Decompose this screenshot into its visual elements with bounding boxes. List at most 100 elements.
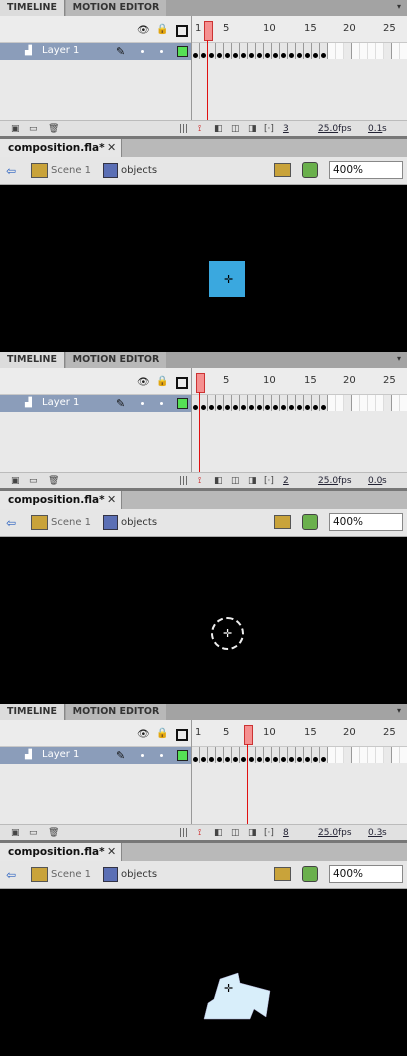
breadcrumb-symbol[interactable]: objects <box>121 869 157 880</box>
elapsed-time[interactable]: 0.1 <box>368 124 382 134</box>
frame-cell[interactable] <box>248 395 256 411</box>
visibility-dot[interactable] <box>141 50 144 53</box>
frame-cell[interactable] <box>200 395 208 411</box>
frame-cell[interactable] <box>392 43 400 59</box>
document-tab[interactable]: composition.fla* ✕ <box>0 491 122 509</box>
frame-cell[interactable] <box>240 43 248 59</box>
frame-cell[interactable] <box>360 43 368 59</box>
elapsed-time[interactable]: 0.3 <box>368 828 382 838</box>
frame-cell[interactable] <box>376 747 384 763</box>
frame-track[interactable] <box>192 747 407 764</box>
lock-dot[interactable] <box>160 402 163 405</box>
edit-scene-icon[interactable] <box>274 515 291 529</box>
outline-color-swatch[interactable] <box>177 46 188 57</box>
frame-cell[interactable] <box>328 395 336 411</box>
modify-markers-icon[interactable]: [·] <box>264 828 274 838</box>
playhead-handle[interactable] <box>196 373 205 393</box>
current-frame[interactable]: 3 <box>283 124 289 134</box>
tab-motion-editor[interactable]: MOTION EDITOR <box>66 0 166 16</box>
frame-cell[interactable] <box>264 43 272 59</box>
frame-cell[interactable] <box>216 395 224 411</box>
new-folder-icon[interactable]: ▭ <box>29 124 38 134</box>
frame-cell[interactable] <box>288 747 296 763</box>
frame-cell[interactable] <box>320 747 328 763</box>
center-frame-icon[interactable]: ⟟ <box>198 124 201 134</box>
frame-track[interactable] <box>192 395 407 412</box>
center-frame-icon[interactable]: ⟟ <box>198 828 201 838</box>
frame-cell[interactable] <box>376 395 384 411</box>
frame-cell[interactable] <box>208 747 216 763</box>
tab-motion-editor[interactable]: MOTION EDITOR <box>66 352 166 368</box>
frame-cell[interactable] <box>304 395 312 411</box>
frame-cell[interactable] <box>272 747 280 763</box>
playhead-handle[interactable] <box>204 21 213 41</box>
stage-canvas[interactable]: ✛ <box>0 185 407 352</box>
frame-cell[interactable] <box>288 43 296 59</box>
zoom-select[interactable]: 400% <box>329 161 403 179</box>
frame-cell[interactable] <box>304 43 312 59</box>
frame-cell[interactable] <box>216 43 224 59</box>
frame-cell[interactable] <box>192 747 200 763</box>
frame-cell[interactable] <box>232 43 240 59</box>
center-frame-icon[interactable]: ⟟ <box>198 476 201 486</box>
frame-cell[interactable] <box>360 747 368 763</box>
frame-cell[interactable] <box>360 395 368 411</box>
modify-markers-icon[interactable]: [·] <box>264 124 274 134</box>
stage-canvas[interactable]: ✛ <box>0 889 407 1056</box>
new-layer-icon[interactable]: ▣ <box>11 476 20 486</box>
current-frame[interactable]: 8 <box>283 828 289 838</box>
scroll-icon[interactable]: ||| <box>179 476 188 486</box>
layer-name[interactable]: Layer 1 <box>42 749 79 760</box>
frame-ruler[interactable]: 1510152025 <box>192 16 407 42</box>
frame-cell[interactable] <box>248 43 256 59</box>
document-name[interactable]: composition.fla* <box>8 494 105 506</box>
frame-cell[interactable] <box>272 43 280 59</box>
frame-cell[interactable] <box>192 43 200 59</box>
trash-icon[interactable]: 🗑 <box>48 476 59 486</box>
frame-rate[interactable]: 25.0 <box>318 828 338 838</box>
frame-cell[interactable] <box>384 395 392 411</box>
edit-multiple-icon[interactable]: ◨ <box>248 476 257 486</box>
frame-cell[interactable] <box>344 43 352 59</box>
frame-cell[interactable] <box>264 747 272 763</box>
stage-canvas[interactable]: ✛ <box>0 537 407 704</box>
edit-scene-icon[interactable] <box>274 867 291 881</box>
new-layer-icon[interactable]: ▣ <box>11 828 20 838</box>
frame-cell[interactable] <box>232 747 240 763</box>
lock-dot[interactable] <box>160 754 163 757</box>
frame-cell[interactable] <box>232 395 240 411</box>
layer-name[interactable]: Layer 1 <box>42 45 79 56</box>
tab-timeline[interactable]: TIMELINE <box>0 704 65 720</box>
frame-cell[interactable] <box>392 747 400 763</box>
frame-rate[interactable]: 25.0 <box>318 124 338 134</box>
modify-markers-icon[interactable]: [·] <box>264 476 274 486</box>
frame-cell[interactable] <box>256 43 264 59</box>
layer-row[interactable]: ▟ Layer 1 ✎ <box>0 43 191 60</box>
frame-cell[interactable] <box>328 747 336 763</box>
frame-cell[interactable] <box>248 747 256 763</box>
frame-cell[interactable] <box>400 395 407 411</box>
frame-track[interactable] <box>192 43 407 60</box>
edit-symbols-icon[interactable] <box>302 514 318 530</box>
document-tab[interactable]: composition.fla* ✕ <box>0 139 122 157</box>
frame-cell[interactable] <box>288 395 296 411</box>
frame-cell[interactable] <box>320 395 328 411</box>
frame-cell[interactable] <box>208 395 216 411</box>
frame-cell[interactable] <box>240 395 248 411</box>
frame-cell[interactable] <box>344 747 352 763</box>
frame-cell[interactable] <box>368 395 376 411</box>
polygon-shape[interactable] <box>200 969 276 1025</box>
scroll-icon[interactable]: ||| <box>179 124 188 134</box>
frame-cell[interactable] <box>280 395 288 411</box>
frame-cell[interactable] <box>280 747 288 763</box>
panel-menu-icon[interactable]: ▾ <box>397 355 405 363</box>
new-folder-icon[interactable]: ▭ <box>29 828 38 838</box>
onion-skin-icon[interactable]: ◧ <box>214 124 223 134</box>
elapsed-time[interactable]: 0.0 <box>368 476 382 486</box>
visibility-dot[interactable] <box>141 402 144 405</box>
frame-cell[interactable] <box>312 747 320 763</box>
frame-cell[interactable] <box>312 395 320 411</box>
close-icon[interactable]: ✕ <box>107 845 116 858</box>
frame-cell[interactable] <box>272 395 280 411</box>
frame-cell[interactable] <box>208 43 216 59</box>
